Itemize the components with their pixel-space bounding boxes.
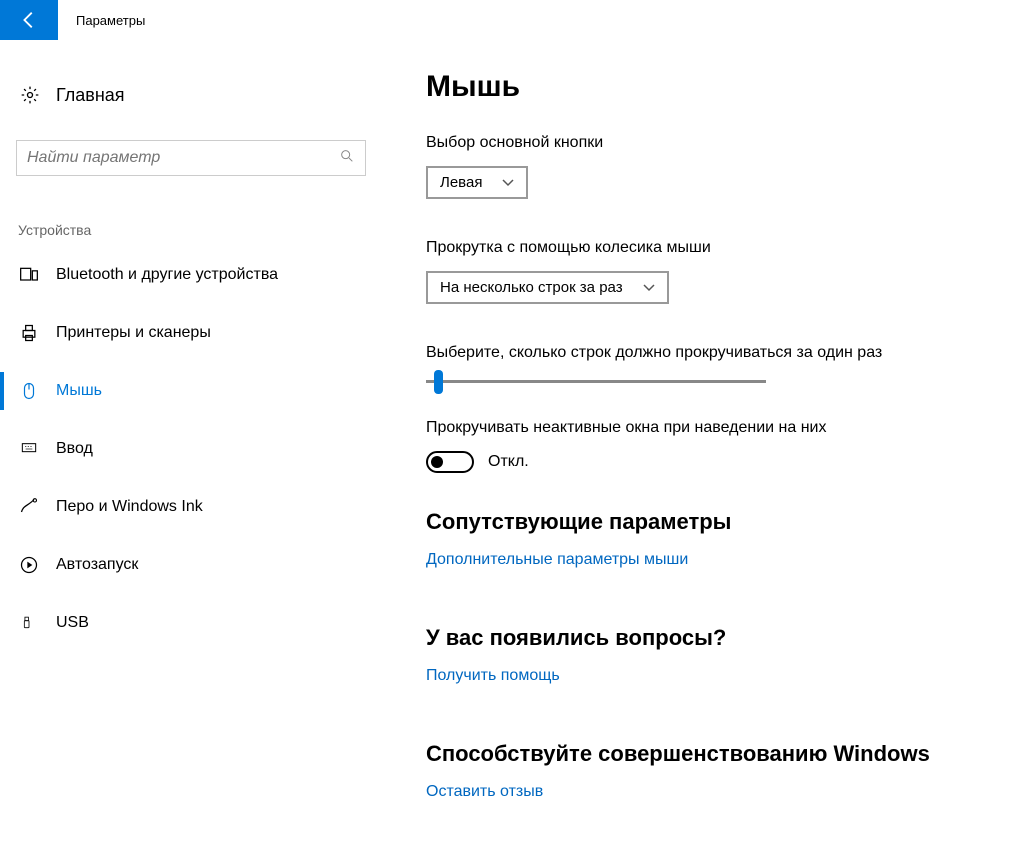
additional-mouse-options-link[interactable]: Дополнительные параметры мыши — [426, 551, 688, 569]
related-title: Сопутствующие параметры — [426, 509, 1004, 535]
back-button[interactable] — [0, 0, 58, 40]
devices-icon — [18, 264, 40, 286]
sidebar-item-label: Принтеры и сканеры — [56, 324, 211, 342]
sidebar-item-bluetooth[interactable]: Bluetooth и другие устройства — [16, 246, 380, 304]
sidebar-item-autoplay[interactable]: Автозапуск — [16, 536, 380, 594]
keyboard-icon — [18, 438, 40, 460]
sidebar-item-label: USB — [56, 614, 89, 632]
home-button[interactable]: Главная — [16, 70, 380, 120]
feedback-link[interactable]: Оставить отзыв — [426, 783, 543, 801]
sidebar-item-label: Автозапуск — [56, 556, 138, 574]
sidebar-item-mouse[interactable]: Мышь — [16, 362, 380, 420]
scroll-wheel-label: Прокрутка с помощью колесика мыши — [426, 239, 1004, 257]
inactive-scroll-label: Прокручивать неактивные окна при наведен… — [426, 419, 1004, 437]
sidebar-item-printers[interactable]: Принтеры и сканеры — [16, 304, 380, 362]
sidebar-item-pen[interactable]: Перо и Windows Ink — [16, 478, 380, 536]
lines-slider[interactable] — [426, 380, 766, 383]
sidebar-item-label: Перо и Windows Ink — [56, 498, 203, 516]
primary-button-dropdown[interactable]: Левая — [426, 166, 528, 199]
sidebar-item-typing[interactable]: Ввод — [16, 420, 380, 478]
usb-icon — [18, 612, 40, 634]
help-title: У вас появились вопросы? — [426, 625, 1004, 651]
page-title: Мышь — [426, 70, 1004, 104]
sidebar-item-label: Мышь — [56, 382, 102, 400]
search-icon — [339, 148, 355, 169]
arrow-left-icon — [18, 9, 40, 31]
home-label: Главная — [56, 85, 125, 106]
lines-label: Выберите, сколько строк должно прокручив… — [426, 344, 1004, 362]
header-title: Параметры — [58, 13, 145, 28]
chevron-down-icon — [643, 279, 655, 296]
search-box[interactable] — [16, 140, 366, 176]
dropdown-value: На несколько строк за раз — [440, 279, 623, 296]
get-help-link[interactable]: Получить помощь — [426, 667, 560, 685]
printer-icon — [18, 322, 40, 344]
gear-icon — [20, 85, 40, 105]
pen-icon — [18, 496, 40, 518]
sidebar: Главная Устройства Bluetooth и другие ус… — [0, 70, 380, 801]
main-content: Мышь Выбор основной кнопки Левая Прокрут… — [380, 70, 1024, 801]
mouse-icon — [18, 380, 40, 402]
header: Параметры — [0, 0, 1024, 40]
sidebar-item-usb[interactable]: USB — [16, 594, 380, 652]
chevron-down-icon — [502, 174, 514, 191]
feedback-title: Способствуйте совершенствованию Windows — [426, 741, 1004, 767]
toggle-knob — [431, 456, 443, 468]
dropdown-value: Левая — [440, 174, 482, 191]
search-input[interactable] — [27, 149, 327, 167]
primary-button-label: Выбор основной кнопки — [426, 134, 1004, 152]
sidebar-group-label: Устройства — [16, 222, 380, 238]
autoplay-icon — [18, 554, 40, 576]
sidebar-item-label: Ввод — [56, 440, 93, 458]
toggle-state: Откл. — [488, 453, 529, 471]
slider-thumb[interactable] — [434, 370, 443, 394]
scroll-wheel-dropdown[interactable]: На несколько строк за раз — [426, 271, 669, 304]
inactive-scroll-toggle[interactable] — [426, 451, 474, 473]
sidebar-item-label: Bluetooth и другие устройства — [56, 266, 278, 284]
